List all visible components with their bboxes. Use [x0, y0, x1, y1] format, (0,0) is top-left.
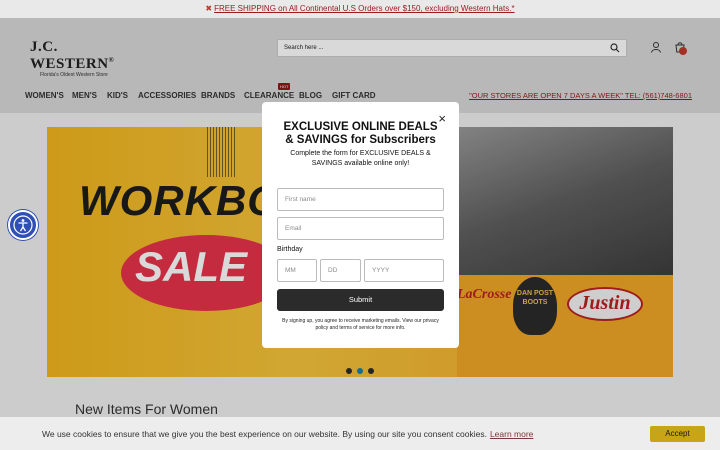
- first-name-field[interactable]: First name: [277, 188, 444, 211]
- accept-button[interactable]: Accept: [650, 426, 705, 442]
- accessibility-icon: [13, 215, 33, 235]
- birth-month-field[interactable]: MM: [277, 259, 317, 282]
- subscribe-modal: × EXCLUSIVE ONLINE DEALS & SAVINGS for S…: [262, 102, 459, 348]
- modal-subtitle: Complete the form for EXCLUSIVE DEALS & …: [290, 150, 431, 167]
- email-field[interactable]: Email: [277, 217, 444, 240]
- birth-year-field[interactable]: YYYY: [364, 259, 444, 282]
- submit-button[interactable]: Submit: [277, 289, 444, 311]
- cookie-message: We use cookies to ensure that we give yo…: [42, 429, 533, 439]
- promo-bar[interactable]: ✖ FREE SHIPPING on All Continental U.S Or…: [0, 0, 720, 18]
- learn-more-link[interactable]: Learn more: [490, 429, 533, 439]
- birthday-label: Birthday: [277, 246, 303, 253]
- birth-day-field[interactable]: DD: [320, 259, 361, 282]
- modal-title-line2: & SAVINGS for Subscribers: [285, 134, 436, 146]
- modal-disclaimer: By signing up, you agree to receive mark…: [282, 318, 439, 331]
- accessibility-button[interactable]: [8, 210, 38, 240]
- cookie-message-text: We use cookies to ensure that we give yo…: [42, 429, 487, 439]
- promo-text[interactable]: FREE SHIPPING on All Continental U.S Ord…: [214, 4, 514, 13]
- modal-title-line1: EXCLUSIVE ONLINE DEALS: [283, 121, 438, 133]
- cookie-bar: We use cookies to ensure that we give yo…: [0, 417, 720, 450]
- flag-icon: ✖: [205, 4, 213, 13]
- modal-title: EXCLUSIVE ONLINE DEALS & SAVINGS for Sub…: [262, 121, 459, 147]
